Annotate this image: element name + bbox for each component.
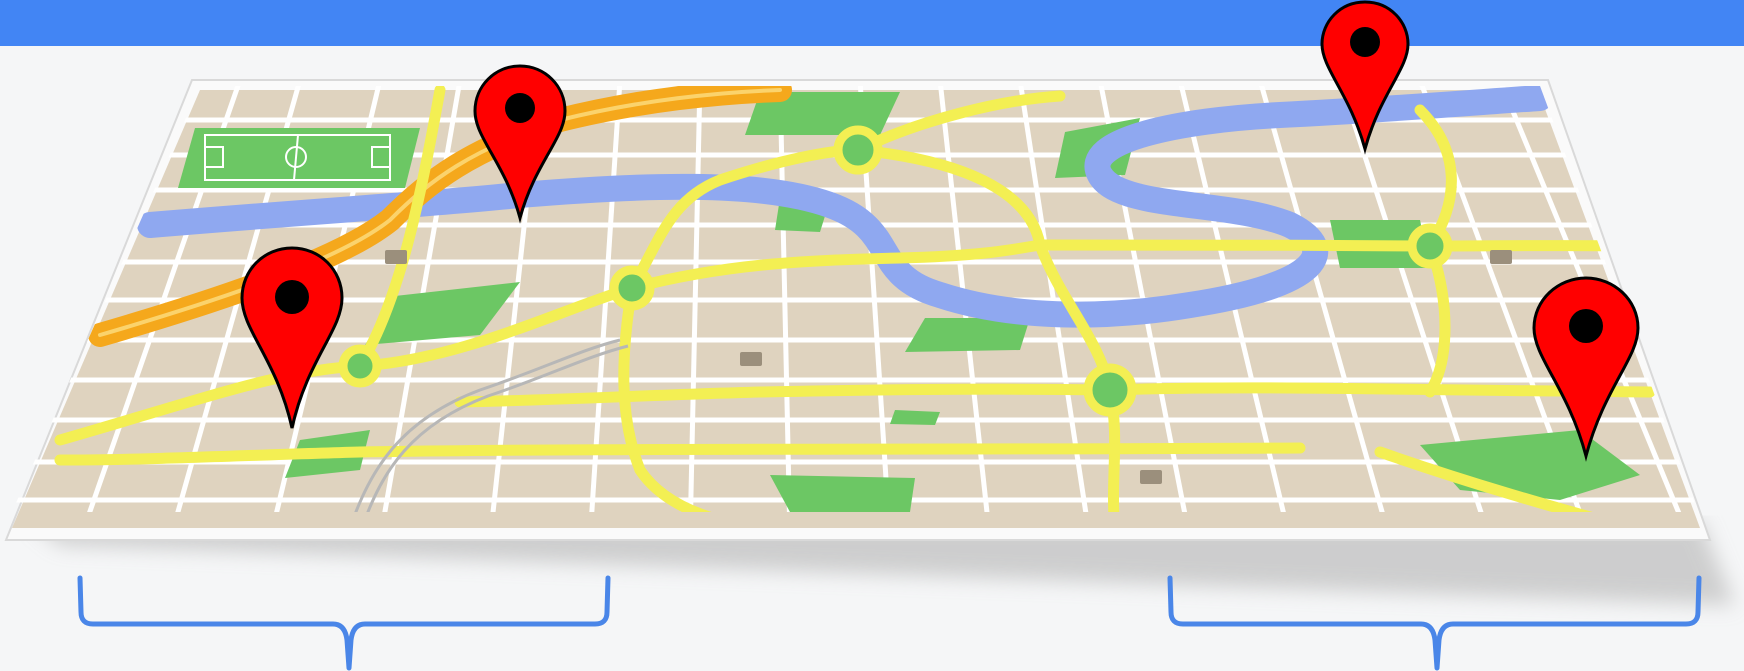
map-illustration (4, 0, 1735, 671)
bracket-left (77, 575, 611, 671)
